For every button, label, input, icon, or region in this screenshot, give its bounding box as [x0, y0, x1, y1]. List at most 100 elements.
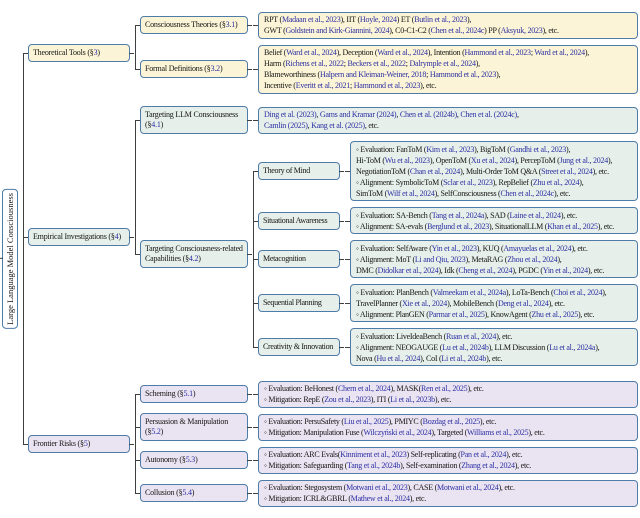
citation-link[interactable]: Tang et al., 2024a: [432, 211, 485, 220]
citation-link[interactable]: Mathew et al., 2024: [351, 494, 410, 503]
content-line: ◦ Alignment: NEOGAUGE (Lu et al., 2024b)…: [356, 342, 600, 352]
citation-link[interactable]: Deng et al., 2024: [498, 299, 549, 308]
citation-link[interactable]: Williams et al., 2025: [467, 428, 529, 437]
citation-link[interactable]: Aksyuk, 2023: [501, 26, 543, 35]
citation-link[interactable]: Wilf et al., 2024: [387, 189, 435, 198]
citation-link[interactable]: Khan et al., 2025: [547, 222, 598, 231]
citation-link[interactable]: Jung et al., 2024: [560, 156, 609, 165]
citation-link[interactable]: Zhang et al., 2024: [461, 461, 515, 470]
node-frontier-risks: Frontier Risks (§5): [28, 434, 134, 453]
citation-link[interactable]: Xie et al., 2024: [402, 299, 447, 308]
citation-link[interactable]: 3.1: [226, 20, 236, 29]
content-line: SimToM (Wilf et al., 2024), SelfConsciou…: [356, 188, 571, 198]
node-empirical-investigations: Empirical Investigations (§4): [28, 228, 134, 246]
node-targeting-llm-consciousness: Targeting LLM Consciousness (§4.1): [140, 106, 252, 134]
citation-link[interactable]: Chen et al., 2024c: [500, 189, 554, 198]
citation-link[interactable]: Choi et al., 2024: [553, 288, 602, 297]
citation-link[interactable]: Halpern and Kleiman-Weiner, 2018: [320, 70, 426, 79]
citation-link[interactable]: Lu et al., 2024b: [442, 343, 489, 352]
citation-link[interactable]: Motwani et al., 2024: [437, 483, 499, 492]
citation-link[interactable]: Pan et al., 2024: [461, 450, 507, 459]
citation-link[interactable]: Dalrymple et al., 2024: [410, 59, 477, 68]
citation-link[interactable]: Ruan et al., 2024: [446, 332, 496, 341]
collusion-children: ◦ Evaluation: Stegosystem (Motwani et al…: [253, 478, 638, 508]
citation-link[interactable]: Cheng et al., 2024: [458, 266, 512, 275]
root-branch: Large Language Model Consciousness Theor…: [2, 2, 638, 516]
citation-link[interactable]: 5.2: [151, 427, 161, 436]
citation-link[interactable]: Richens et al., 2022: [285, 59, 344, 68]
citation-link[interactable]: 5: [84, 439, 88, 448]
citation-link[interactable]: Valmeekam et al., 2024a: [433, 288, 506, 297]
content-line: ◦ Evaluation: SelfAware (Yin et al., 202…: [356, 243, 588, 253]
citation-link[interactable]: Hammond et al., 2023: [430, 70, 497, 79]
citation-link[interactable]: Li et al., 2024b: [441, 354, 486, 363]
citation-link[interactable]: 4: [115, 232, 119, 241]
citation-link[interactable]: Everitt et al., 2021: [296, 81, 351, 90]
content-line: ◦ Evaluation: LiveIdeaBench (Ruan et al.…: [356, 331, 513, 341]
citation-link[interactable]: Zou et al., 2023: [324, 395, 371, 404]
leaf-creativity-innovation: ◦ Evaluation: LiveIdeaBench (Ruan et al.…: [345, 327, 638, 368]
citation-link[interactable]: Tang et al., 2024b: [347, 461, 400, 470]
citation-link[interactable]: Berglund et al., 2023: [427, 222, 489, 231]
citation-link[interactable]: Ward et al., 2024: [286, 48, 337, 57]
citation-link[interactable]: Parmar et al., 2025: [429, 310, 485, 319]
leaf-formal-definitions: Belief (Ward et al., 2024), Deception (W…: [253, 43, 638, 95]
branch-collusion: Collusion (§5.4) ◦ Evaluation: Stegosyst…: [135, 476, 638, 510]
citation-link[interactable]: Butlin et al., 2023: [414, 15, 467, 24]
citation-link[interactable]: Beckers et al., 2022: [347, 59, 406, 68]
citation-link[interactable]: 5.3: [186, 455, 196, 464]
leaf-theory-of-mind: ◦ Evaluation: FanToM (Kim et al., 2023),…: [345, 140, 638, 203]
citation-link[interactable]: Wu et al., 2023: [385, 156, 430, 165]
citation-link[interactable]: Zhu et al., 2024: [533, 178, 580, 187]
citation-link[interactable]: Ward et al., 2024: [534, 48, 585, 57]
citation-link[interactable]: Ding et al. (2023): [264, 110, 317, 119]
citation-link[interactable]: 5.4: [182, 488, 192, 497]
citation-link[interactable]: Hu et al., 2024: [377, 354, 421, 363]
citation-link[interactable]: Li and Qiu, 2023: [415, 255, 466, 264]
leaf-collusion: ◦ Evaluation: Stegosystem (Motwani et al…: [253, 478, 638, 508]
citation-link[interactable]: Didolkar et al., 2024: [378, 266, 439, 275]
citation-link[interactable]: Chen et al. (2024b): [400, 110, 457, 119]
citation-link[interactable]: 5.1: [183, 389, 193, 398]
citation-link[interactable]: Sclar et al., 2023: [443, 178, 493, 187]
citation-link[interactable]: Chen et al., 2024c: [431, 26, 485, 35]
citation-link[interactable]: Lu et al., 2024a: [549, 343, 595, 352]
citation-link[interactable]: Gandhi et al., 2023: [510, 145, 567, 154]
citation-link[interactable]: Ward et al., 2024: [377, 48, 428, 57]
citation-link[interactable]: Chern et al., 2024: [338, 384, 391, 393]
citation-link[interactable]: Street et al., 2024: [541, 167, 593, 176]
citation-link[interactable]: Li et al., 2023b: [390, 395, 435, 404]
citation-link[interactable]: Yin et al., 2024: [543, 266, 588, 275]
theory-of-mind-children: ◦ Evaluation: FanToM (Kim et al., 2023),…: [345, 140, 638, 203]
citation-link[interactable]: 4.2: [189, 254, 199, 263]
taxonomy-tree: Large Language Model Consciousness Theor…: [0, 0, 640, 518]
citation-link[interactable]: Amayuelas et al., 2024: [503, 244, 571, 253]
citation-link[interactable]: Kinniment et al., 2023: [340, 450, 407, 459]
citation-link[interactable]: Kim et al., 2023: [426, 145, 474, 154]
citation-link[interactable]: Camlin (2025): [264, 121, 308, 130]
citation-link[interactable]: 3.2: [211, 64, 221, 73]
citation-link[interactable]: Xu et al., 2024: [471, 156, 515, 165]
citation-link[interactable]: Chen et al. (2024c): [460, 110, 517, 119]
citation-link[interactable]: Kang et al. (2025): [311, 121, 365, 130]
citation-link[interactable]: 4.1: [151, 120, 161, 129]
citation-link[interactable]: Ren et al., 2025: [421, 384, 468, 393]
citation-link[interactable]: Zhou et al., 2024: [507, 255, 557, 264]
citation-link[interactable]: Laine et al., 2024: [510, 211, 562, 220]
citation-link[interactable]: Madaan et al., 2023: [282, 15, 341, 24]
citation-link[interactable]: Goldstein and Kirk-Giannini, 2024: [285, 26, 389, 35]
citation-link[interactable]: Chan et al., 2024: [410, 167, 460, 176]
citation-link[interactable]: 3: [94, 48, 98, 57]
citation-link[interactable]: Wilczyński et al., 2024: [363, 428, 431, 437]
citation-link[interactable]: Bozdag et al., 2025: [423, 417, 480, 426]
citation-link[interactable]: Hammond et al., 2023: [354, 81, 421, 90]
citation-link[interactable]: Hammond et al., 2023: [464, 48, 531, 57]
citation-link[interactable]: Gams and Kramar (2024): [320, 110, 397, 119]
citation-link[interactable]: Liu et al., 2025: [344, 417, 389, 426]
citation-link[interactable]: Hoyle, 2024: [360, 15, 397, 24]
citation-link[interactable]: Zhu et al., 2025: [532, 310, 579, 319]
leaf-persuasion-manipulation: ◦ Evaluation: PersuSafety (Liu et al., 2…: [253, 412, 638, 442]
citation-link[interactable]: Yin et al., 2023: [432, 244, 477, 253]
frontier-risks-children: Scheming (§5.1) ◦ Evaluation: BeHonest (…: [135, 378, 638, 510]
citation-link[interactable]: Motwani et al., 2023: [346, 483, 408, 492]
